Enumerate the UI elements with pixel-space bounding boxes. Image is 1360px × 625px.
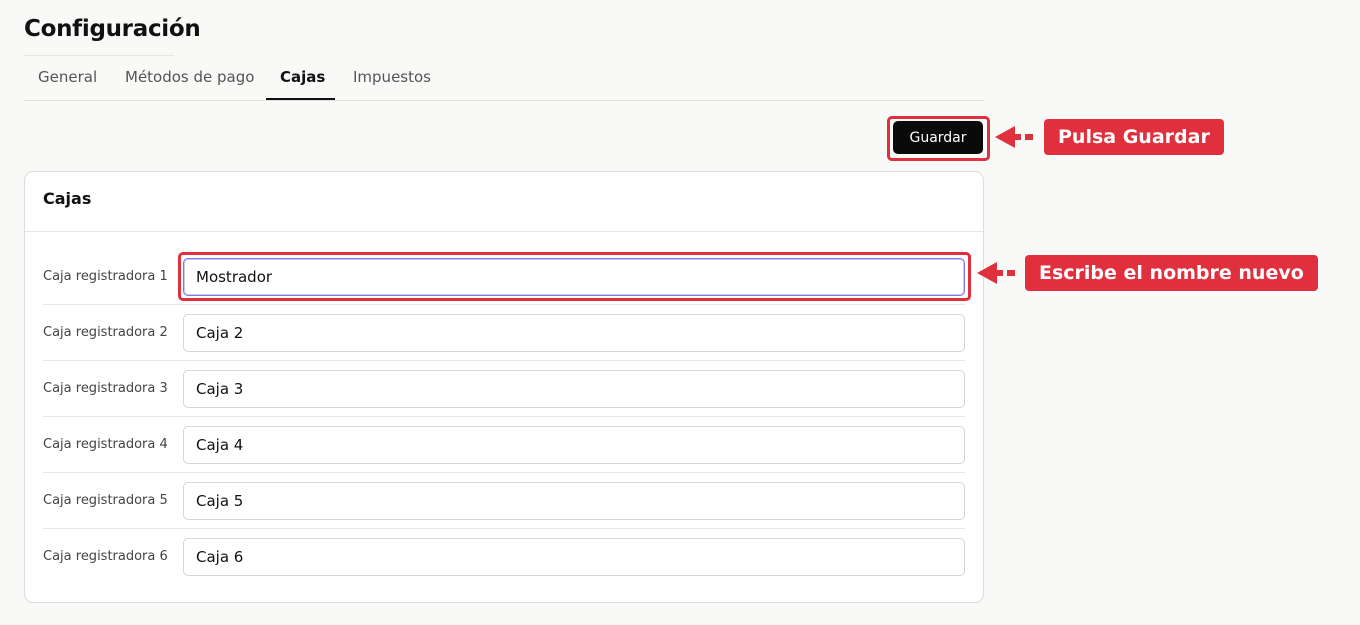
register-label: Caja registradora 6 <box>43 549 168 564</box>
register-row: Caja registradora 6 <box>43 529 965 585</box>
register-row: Caja registradora 5 <box>43 473 965 529</box>
register-label: Caja registradora 1 <box>43 269 168 284</box>
register-label: Caja registradora 3 <box>43 381 168 396</box>
register-name-input[interactable] <box>183 426 965 464</box>
register-row: Caja registradora 3 <box>43 361 965 417</box>
tab-general[interactable]: General <box>38 68 97 86</box>
rename-callout-arrow-icon <box>977 262 1015 284</box>
register-label: Caja registradora 5 <box>43 493 168 508</box>
cajas-card: Cajas Caja registradora 1 Caja registrad… <box>24 171 984 603</box>
save-callout: Pulsa Guardar <box>1044 119 1224 155</box>
card-title: Cajas <box>43 189 92 208</box>
register-row: Caja registradora 4 <box>43 417 965 473</box>
register-label: Caja registradora 4 <box>43 437 168 452</box>
register-input-highlight <box>178 252 971 301</box>
register-label: Caja registradora 2 <box>43 325 168 340</box>
save-button-highlight <box>887 116 990 161</box>
tab-bar: General Métodos de pago Cajas Impuestos <box>24 56 984 101</box>
tab-cajas[interactable]: Cajas <box>280 68 325 86</box>
page-title: Configuración <box>24 16 201 42</box>
register-name-input[interactable] <box>183 314 965 352</box>
register-name-input[interactable] <box>183 370 965 408</box>
save-callout-arrow-icon <box>995 126 1033 148</box>
register-name-input[interactable] <box>183 482 965 520</box>
active-tab-indicator <box>266 98 335 100</box>
tab-metodos-de-pago[interactable]: Métodos de pago <box>125 68 254 86</box>
card-header-divider <box>25 231 983 232</box>
register-name-input[interactable] <box>183 538 965 576</box>
rename-callout: Escribe el nombre nuevo <box>1025 255 1318 291</box>
tab-impuestos[interactable]: Impuestos <box>353 68 431 86</box>
register-row: Caja registradora 2 <box>43 305 965 361</box>
